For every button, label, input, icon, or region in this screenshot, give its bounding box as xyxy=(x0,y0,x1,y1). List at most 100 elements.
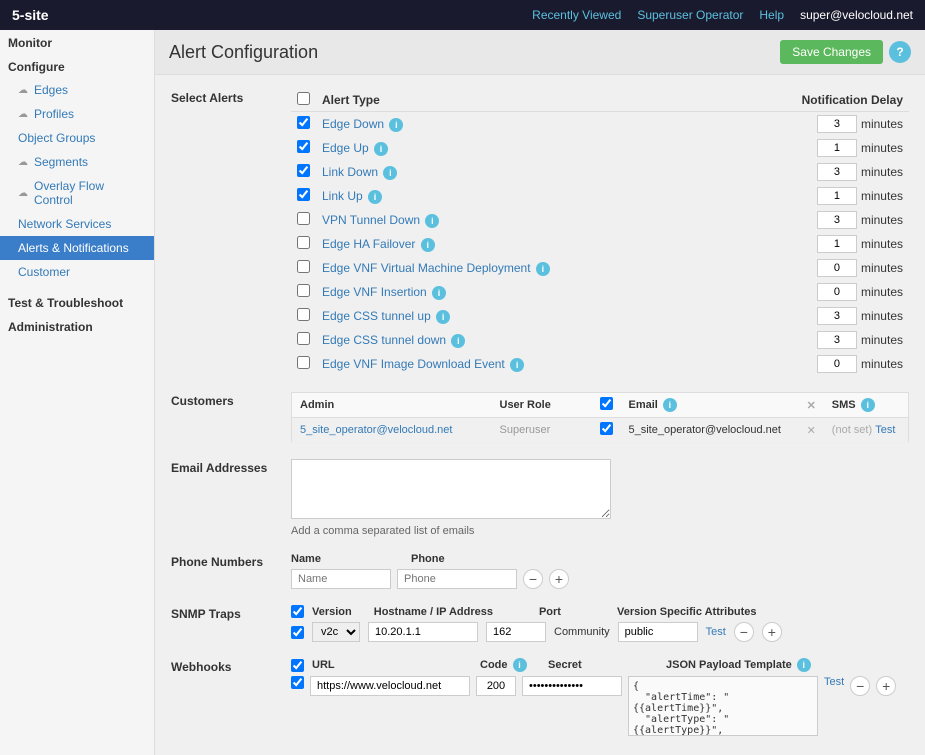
add-snmp-button[interactable]: + xyxy=(762,622,782,642)
webhooks-body: URL Code i Secret JSON Payload Template … xyxy=(291,658,896,736)
add-phone-button[interactable]: + xyxy=(549,569,569,589)
sms-not-set: (not set) xyxy=(832,424,872,436)
email-textarea[interactable] xyxy=(291,459,611,519)
alert-name-link-10[interactable]: Edge VNF Image Download Event xyxy=(322,357,505,371)
remove-snmp-button[interactable]: − xyxy=(734,622,754,642)
help-button[interactable]: ? xyxy=(889,41,911,63)
snmp-enabled-checkbox[interactable] xyxy=(291,605,304,618)
alert-name-cell: Edge Down i xyxy=(316,112,749,137)
snmp-community-label: Community xyxy=(554,626,610,638)
alert-checkbox-7[interactable] xyxy=(297,284,310,297)
customer-test-button[interactable]: Test xyxy=(875,424,895,436)
sidebar-item-profiles-label: Profiles xyxy=(34,107,74,121)
webhook-row-checkbox[interactable] xyxy=(291,676,304,689)
alert-checkbox-4[interactable] xyxy=(297,212,310,225)
alert-checkbox-3[interactable] xyxy=(297,188,310,201)
webhook-url-input[interactable] xyxy=(310,676,470,696)
alert-row: Edge Down i minutes xyxy=(291,112,909,137)
alert-info-icon[interactable]: i xyxy=(425,214,439,228)
alert-info-icon[interactable]: i xyxy=(374,142,388,156)
alert-name-link-1[interactable]: Edge Up xyxy=(322,141,369,155)
alert-name-link-7[interactable]: Edge VNF Insertion xyxy=(322,285,427,299)
add-webhook-button[interactable]: + xyxy=(876,676,896,696)
snmp-community-input[interactable] xyxy=(618,622,698,642)
alert-checkbox-10[interactable] xyxy=(297,356,310,369)
recently-viewed-link[interactable]: Recently Viewed xyxy=(532,8,621,22)
sidebar-item-segments[interactable]: ☁ Segments xyxy=(0,150,154,174)
alert-info-icon[interactable]: i xyxy=(389,118,403,132)
snmp-test-button[interactable]: Test xyxy=(706,626,726,638)
alert-delay-input-1[interactable] xyxy=(817,139,857,157)
snmp-version-select[interactable]: v2c v3 xyxy=(312,622,360,642)
alert-name-link-9[interactable]: Edge CSS tunnel down xyxy=(322,333,446,347)
superuser-operator-link[interactable]: Superuser Operator xyxy=(637,8,743,22)
snmp-hostname-input[interactable] xyxy=(368,622,478,642)
alert-row: Edge HA Failover i minutes xyxy=(291,232,909,256)
email-header-checkbox[interactable] xyxy=(600,397,613,410)
save-button[interactable]: Save Changes xyxy=(780,40,883,64)
alert-name-link-8[interactable]: Edge CSS tunnel up xyxy=(322,309,431,323)
snmp-port-input[interactable] xyxy=(486,622,546,642)
customer-email-checkbox[interactable] xyxy=(600,422,613,435)
alert-checkbox-2[interactable] xyxy=(297,164,310,177)
alert-delay-input-6[interactable] xyxy=(817,259,857,277)
alert-info-icon[interactable]: i xyxy=(510,358,524,372)
alert-checkbox-8[interactable] xyxy=(297,308,310,321)
sidebar-item-edges[interactable]: ☁ Edges xyxy=(0,78,154,102)
alert-name-link-4[interactable]: VPN Tunnel Down xyxy=(322,213,420,227)
content-area: Select Alerts Alert Type Notification De… xyxy=(155,75,925,755)
sidebar-item-customer-label: Customer xyxy=(18,265,70,279)
alert-delay-input-9[interactable] xyxy=(817,331,857,349)
webhook-test-button[interactable]: Test xyxy=(824,676,844,688)
alert-delay-input-3[interactable] xyxy=(817,187,857,205)
sidebar-item-alerts-notifications[interactable]: Alerts & Notifications xyxy=(0,236,154,260)
alert-checkbox-1[interactable] xyxy=(297,140,310,153)
phone-name-input[interactable] xyxy=(291,569,391,589)
alert-delay-input-5[interactable] xyxy=(817,235,857,253)
alert-info-icon[interactable]: i xyxy=(536,262,550,276)
sidebar-item-profiles[interactable]: ☁ Profiles xyxy=(0,102,154,126)
json-info-icon[interactable]: i xyxy=(797,658,811,672)
remove-phone-button[interactable]: − xyxy=(523,569,543,589)
alert-name-link-3[interactable]: Link Up xyxy=(322,189,363,203)
alert-name-link-0[interactable]: Edge Down xyxy=(322,117,384,131)
sms-info-icon[interactable]: i xyxy=(861,398,875,412)
alert-delay-input-10[interactable] xyxy=(817,355,857,373)
alert-info-icon[interactable]: i xyxy=(451,334,465,348)
alert-info-icon[interactable]: i xyxy=(383,166,397,180)
alert-info-icon[interactable]: i xyxy=(368,190,382,204)
alert-delay-input-2[interactable] xyxy=(817,163,857,181)
sidebar-item-customer[interactable]: Customer xyxy=(0,260,154,284)
alert-name-link-6[interactable]: Edge VNF Virtual Machine Deployment xyxy=(322,261,531,275)
sidebar-item-network-services[interactable]: Network Services xyxy=(0,212,154,236)
code-info-icon[interactable]: i xyxy=(513,658,527,672)
alert-delay-input-8[interactable] xyxy=(817,307,857,325)
sidebar-item-overlay-flow-control[interactable]: ☁ Overlay Flow Control xyxy=(0,174,154,212)
alert-name-link-2[interactable]: Link Down xyxy=(322,165,378,179)
customer-admin-link[interactable]: 5_site_operator@velocloud.net xyxy=(300,424,452,436)
alert-name-link-5[interactable]: Edge HA Failover xyxy=(322,237,415,251)
webhooks-enabled-checkbox[interactable] xyxy=(291,659,304,672)
alert-info-icon[interactable]: i xyxy=(432,286,446,300)
sidebar-item-object-groups[interactable]: Object Groups xyxy=(0,126,154,150)
alert-delay-input-0[interactable] xyxy=(817,115,857,133)
alert-checkbox-9[interactable] xyxy=(297,332,310,345)
remove-webhook-button[interactable]: − xyxy=(850,676,870,696)
alert-checkbox-6[interactable] xyxy=(297,260,310,273)
webhook-secret-input[interactable] xyxy=(522,676,622,696)
snmp-row-checkbox[interactable] xyxy=(291,626,304,639)
select-all-checkbox[interactable] xyxy=(297,92,310,105)
alerts-section: Select Alerts Alert Type Notification De… xyxy=(171,89,909,376)
alert-checkbox-5[interactable] xyxy=(297,236,310,249)
alert-info-icon[interactable]: i xyxy=(421,238,435,252)
alert-delay-input-4[interactable] xyxy=(817,211,857,229)
alert-checkbox-0[interactable] xyxy=(297,116,310,129)
alert-info-icon[interactable]: i xyxy=(436,310,450,324)
alert-checkbox-cell xyxy=(291,256,316,280)
alert-delay-input-7[interactable] xyxy=(817,283,857,301)
phone-number-input[interactable] xyxy=(397,569,517,589)
webhook-code-input[interactable] xyxy=(476,676,516,696)
remove-email-icon[interactable]: ✕ xyxy=(807,425,816,437)
email-info-icon[interactable]: i xyxy=(663,398,677,412)
help-link[interactable]: Help xyxy=(759,8,784,22)
